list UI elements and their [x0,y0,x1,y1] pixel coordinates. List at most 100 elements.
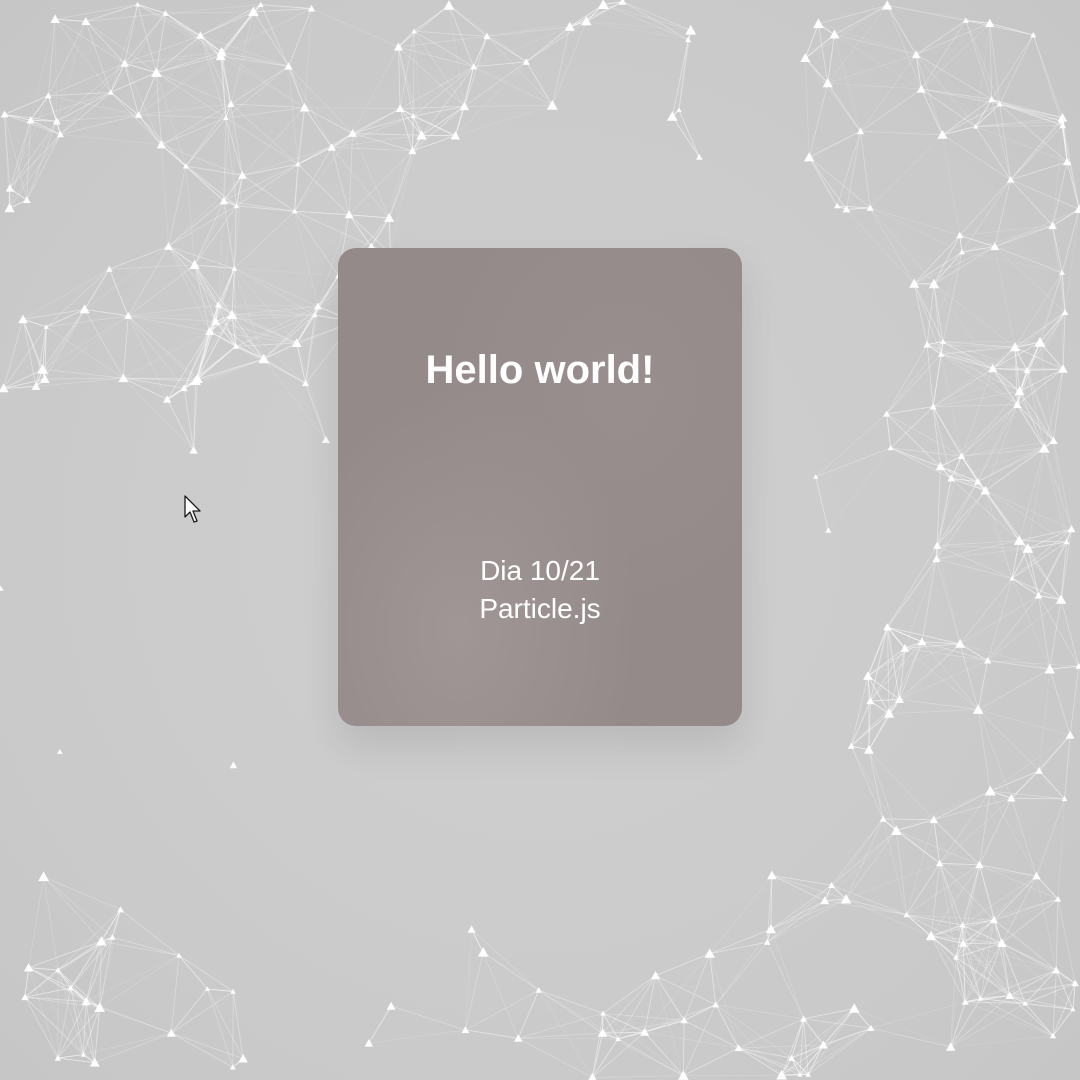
card-title: Hello world! [425,348,655,392]
particle-link [263,358,327,441]
particle-link [818,23,917,56]
particle-link [994,179,1011,247]
hello-card: Hello world! Dia 10/21 Particle.js [338,248,742,726]
particle-link [1009,969,1057,997]
particle-link [263,342,297,360]
particle-link [1010,117,1063,180]
particle-link [985,447,1045,491]
particle-link [1009,995,1054,1037]
particle-link [127,246,169,317]
particle-link [127,315,185,389]
particle-link [24,967,30,998]
particle-link [850,745,884,820]
particle-link [99,1007,172,1034]
particle-link [889,709,979,715]
particle-link [803,1018,809,1075]
particle-link [311,8,399,48]
particle-node [882,0,893,10]
particle-node [765,923,777,934]
particle-node [1071,979,1079,987]
mouse-pointer-icon [184,495,201,523]
particle-link [413,5,450,32]
particle-link [60,133,162,146]
particle-link [414,30,487,37]
particle-link [987,660,1050,670]
particle-link [886,545,938,628]
particle-node [829,29,840,39]
particle-link [84,246,169,310]
particle-link [1027,548,1040,596]
particle-link [977,709,991,792]
particle-link [887,4,966,21]
particle-link [602,975,656,1034]
particle-link [296,343,307,384]
particle-link [263,358,306,384]
particle-link [770,884,832,930]
particle-link [709,953,739,1049]
particle-link [890,406,934,449]
particle-link [644,1031,739,1049]
particle-link [959,595,1039,645]
particle-link [831,830,897,886]
particle-link [913,283,928,345]
particle-link [1010,179,1080,210]
particle-link [464,105,553,107]
particle-link [1038,595,1051,670]
particle-link [933,790,991,821]
particle-node [1074,204,1080,213]
particle-link [807,1027,872,1075]
particle-link [933,404,1018,408]
particle-link [933,235,961,285]
particle-link [950,1035,1054,1048]
particle-link [989,734,1071,792]
particle-link [959,578,1013,645]
particle-link [709,875,773,954]
particle-link [936,545,961,645]
particle-link [22,319,44,370]
particle-link [961,225,1053,253]
particle-link [84,309,124,379]
particle-node [189,259,200,269]
particle-link [942,251,963,342]
particle-link [215,321,265,360]
particle-link [161,144,243,176]
particle-link [1011,540,1020,579]
particle-link [1017,404,1045,449]
particle-link [860,54,917,132]
particle-link [850,675,869,747]
particle-link [260,4,312,9]
particle-link [805,5,888,59]
particle-link [1064,209,1080,313]
particle-link [112,936,180,956]
particle-node [57,748,63,754]
particle-link [895,830,907,915]
particle-link [242,174,295,212]
particle-link [781,1027,872,1076]
particle-link [678,39,689,111]
particle-link [471,929,484,953]
particle-link [867,675,890,714]
particle-link [766,900,826,943]
particle-link [1032,34,1063,118]
particle-link [123,331,210,379]
particle-node [767,870,777,880]
particle-link [110,63,126,93]
particle-node [917,637,927,646]
particle-node [151,67,162,77]
particle-link [933,819,980,866]
particle-link [818,4,888,25]
particle-link [933,819,941,864]
particle-link [110,92,162,145]
particle-link [959,234,995,248]
particle-link [617,1004,716,1040]
particle-link [942,341,1041,343]
particle-link [233,210,295,269]
particle-background[interactable]: Hello world! Dia 10/21 Particle.js [0,0,1080,1080]
particle-link [518,1012,604,1039]
particle-link [950,1003,1026,1048]
particle-link [999,103,1063,126]
particle-link [1052,161,1068,226]
particle-link [591,1032,604,1078]
card-library-label: Particle.js [479,593,601,624]
particle-link [644,953,711,1033]
